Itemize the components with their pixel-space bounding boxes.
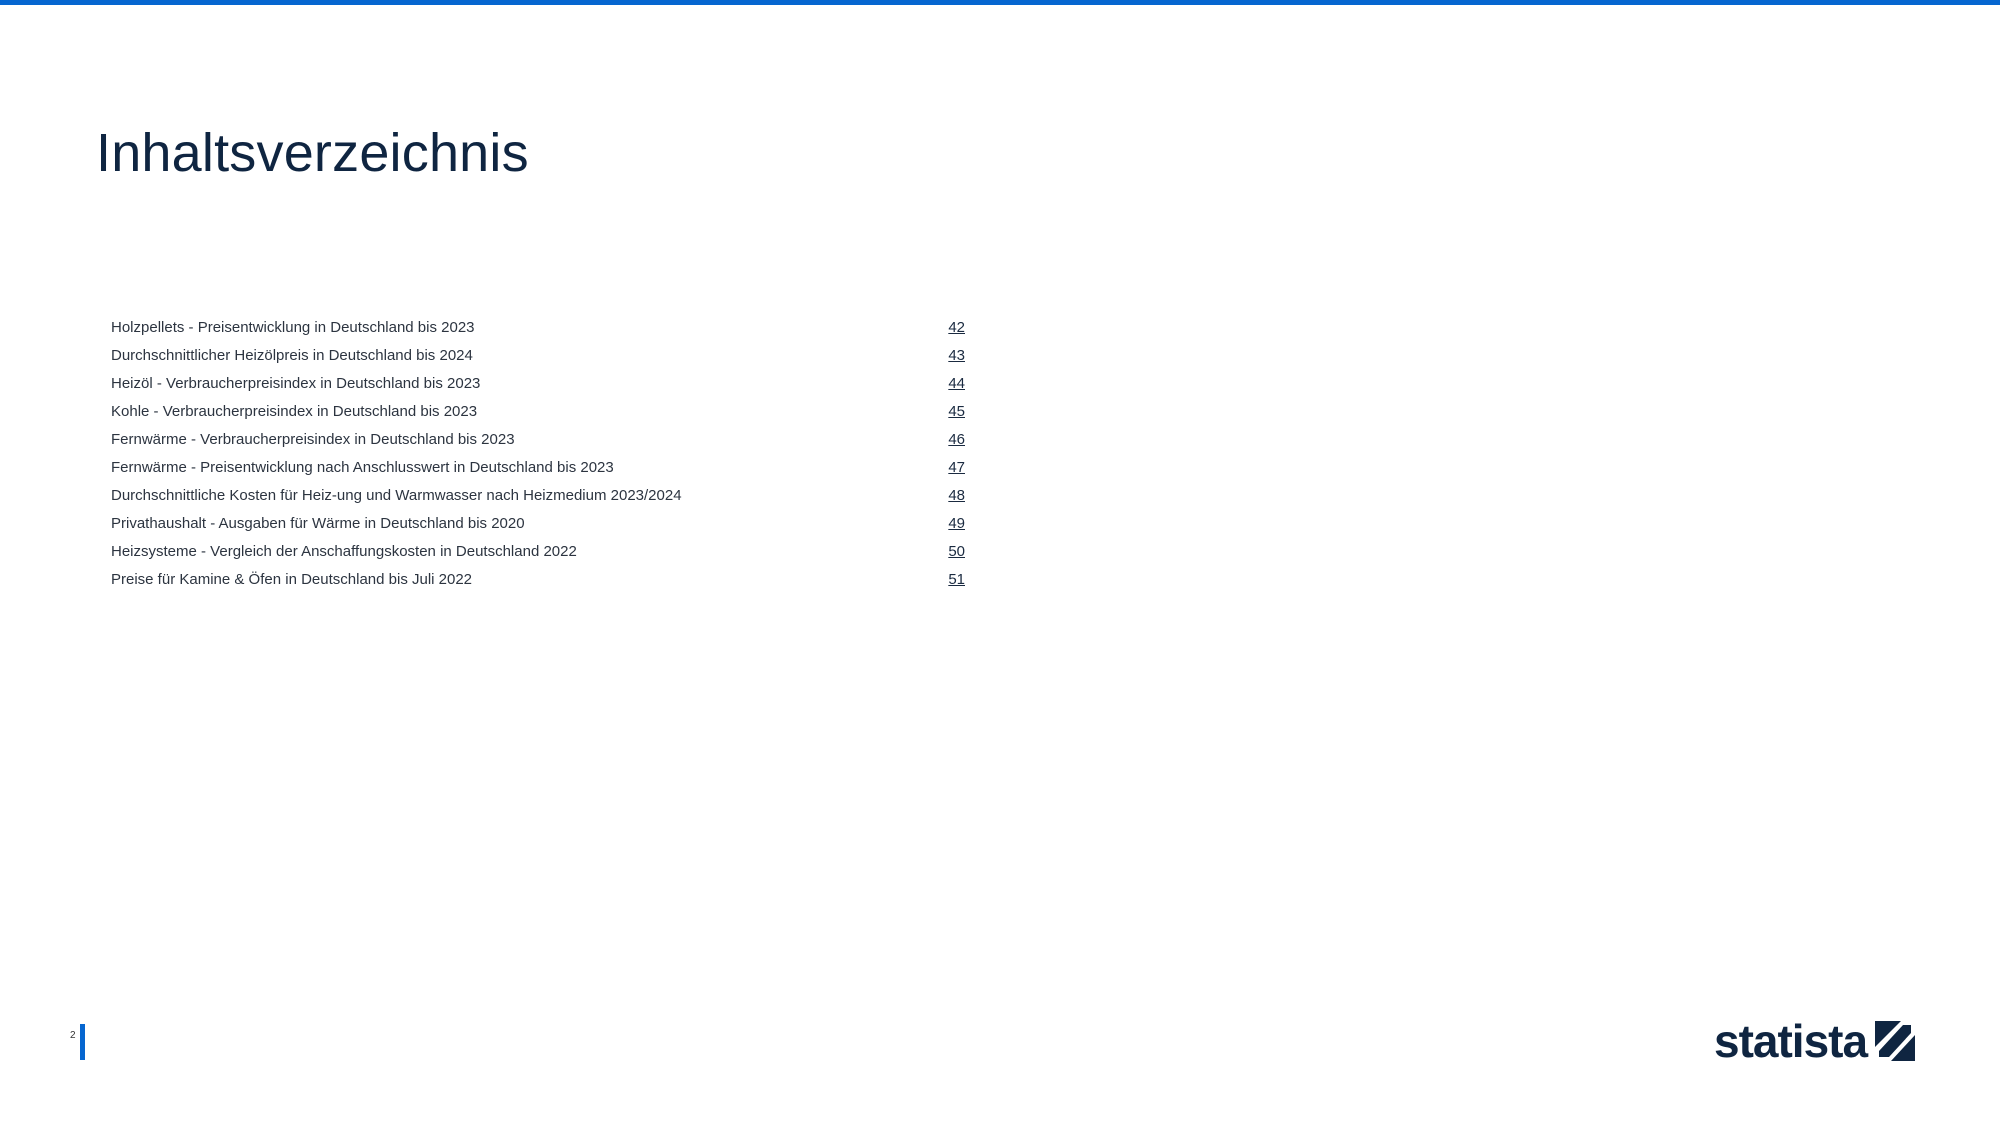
table-of-contents: Holzpellets - Preisentwicklung in Deutsc… xyxy=(111,313,965,593)
toc-page-link[interactable]: 49 xyxy=(948,515,965,532)
slide-page: Inhaltsverzeichnis Holzpellets - Preisen… xyxy=(0,0,2000,1125)
footer-page-number: 2 xyxy=(70,1030,76,1041)
footer-page-indicator: 2 xyxy=(70,1024,85,1060)
toc-entry[interactable]: Durchschnittliche Kosten für Heiz-ung un… xyxy=(111,481,965,509)
toc-entry[interactable]: Fernwärme - Verbraucherpreisindex in Deu… xyxy=(111,425,965,453)
toc-entry-label: Privathaushalt - Ausgaben für Wärme in D… xyxy=(111,514,525,532)
toc-page-link[interactable]: 47 xyxy=(948,459,965,476)
page-title: Inhaltsverzeichnis xyxy=(96,123,529,183)
statista-logo-icon xyxy=(1875,1021,1916,1061)
toc-page-link[interactable]: 42 xyxy=(948,319,965,336)
toc-page-link[interactable]: 43 xyxy=(948,347,965,364)
toc-entry[interactable]: Kohle - Verbraucherpreisindex in Deutsch… xyxy=(111,397,965,425)
statista-logo: statista xyxy=(1714,1015,1916,1067)
toc-entry-label: Fernwärme - Preisentwicklung nach Anschl… xyxy=(111,458,614,476)
toc-entry[interactable]: Privathaushalt - Ausgaben für Wärme in D… xyxy=(111,509,965,537)
toc-page-link[interactable]: 51 xyxy=(948,571,965,588)
toc-entry[interactable]: Fernwärme - Preisentwicklung nach Anschl… xyxy=(111,453,965,481)
toc-entry-label: Fernwärme - Verbraucherpreisindex in Deu… xyxy=(111,430,515,448)
toc-page-link[interactable]: 44 xyxy=(948,375,965,392)
toc-entry[interactable]: Holzpellets - Preisentwicklung in Deutsc… xyxy=(111,313,965,341)
toc-page-link[interactable]: 45 xyxy=(948,403,965,420)
toc-entry[interactable]: Heizöl - Verbraucherpreisindex in Deutsc… xyxy=(111,369,965,397)
toc-entry-label: Heizsysteme - Vergleich der Anschaffungs… xyxy=(111,542,577,560)
toc-entry-label: Durchschnittliche Kosten für Heiz-ung un… xyxy=(111,486,682,504)
toc-entry-label: Holzpellets - Preisentwicklung in Deutsc… xyxy=(111,318,475,336)
toc-entry[interactable]: Durchschnittlicher Heizölpreis in Deutsc… xyxy=(111,341,965,369)
footer-accent-bar xyxy=(79,1024,85,1060)
toc-entry[interactable]: Heizsysteme - Vergleich der Anschaffungs… xyxy=(111,537,965,565)
top-accent-bar xyxy=(0,0,2000,5)
toc-entry-label: Durchschnittlicher Heizölpreis in Deutsc… xyxy=(111,346,473,364)
toc-page-link[interactable]: 48 xyxy=(948,487,965,504)
toc-page-link[interactable]: 46 xyxy=(948,431,965,448)
toc-entry-label: Heizöl - Verbraucherpreisindex in Deutsc… xyxy=(111,374,481,392)
toc-entry[interactable]: Preise für Kamine & Öfen in Deutschland … xyxy=(111,565,965,593)
logo-wordmark: statista xyxy=(1714,1015,1868,1067)
toc-entry-label: Preise für Kamine & Öfen in Deutschland … xyxy=(111,570,473,588)
toc-entry-label: Kohle - Verbraucherpreisindex in Deutsch… xyxy=(111,402,478,420)
toc-page-link[interactable]: 50 xyxy=(948,543,965,560)
